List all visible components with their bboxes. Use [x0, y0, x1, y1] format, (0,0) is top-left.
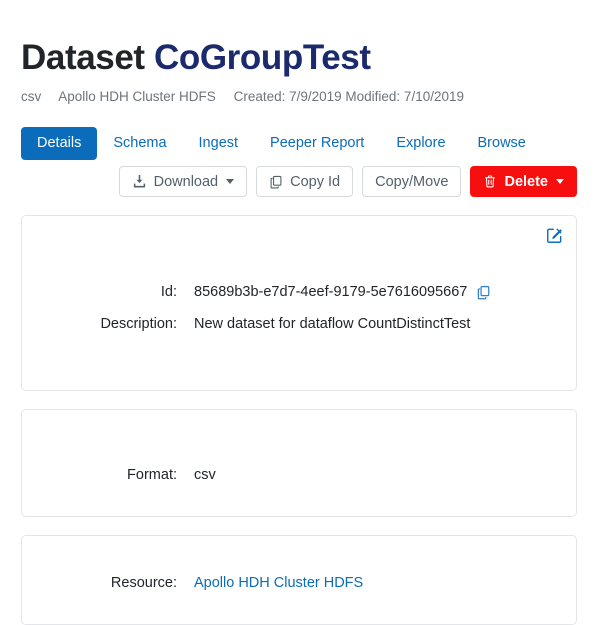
field-row-id: Id: 85689b3b-e7d7-4eef-9179-5e7616095667 — [22, 282, 576, 302]
identity-card: Id: 85689b3b-e7d7-4eef-9179-5e7616095667… — [21, 215, 577, 391]
tab-schema[interactable]: Schema — [97, 127, 182, 160]
description-value: New dataset for dataflow CountDistinctTe… — [194, 316, 471, 332]
delete-button[interactable]: Delete — [470, 166, 577, 197]
format-card: Format: csv — [21, 409, 577, 517]
resource-value-link[interactable]: Apollo HDH Cluster HDFS — [194, 573, 363, 593]
copy-icon[interactable] — [476, 285, 491, 300]
dataset-action-toolbar: Download Copy Id Copy/Move Delete — [21, 166, 577, 197]
dataset-tabs: Details Schema Ingest Peeper Report Expl… — [21, 127, 577, 160]
dataset-name: CoGroupTest — [153, 38, 371, 77]
subtitle-resource: Apollo HDH Cluster HDFS — [58, 89, 216, 104]
copy-id-button-label: Copy Id — [290, 173, 341, 190]
field-row-resource: Resource: Apollo HDH Cluster HDFS — [22, 573, 576, 593]
tab-ingest[interactable]: Ingest — [183, 127, 255, 160]
download-button[interactable]: Download — [118, 166, 248, 197]
description-label: Description: — [100, 316, 177, 332]
field-row-description: Description: New dataset for dataflow Co… — [22, 314, 576, 334]
resource-card: Resource: Apollo HDH Cluster HDFS — [21, 535, 577, 625]
chevron-down-icon — [226, 179, 235, 184]
edit-identity-button[interactable] — [543, 226, 565, 248]
id-value: 85689b3b-e7d7-4eef-9179-5e7616095667 — [194, 284, 468, 300]
copy-id-button[interactable]: Copy Id — [256, 166, 354, 197]
download-icon — [132, 174, 147, 189]
format-value: csv — [194, 467, 216, 483]
subtitle-dates: Created: 7/9/2019 Modified: 7/10/2019 — [233, 89, 464, 104]
field-row-format: Format: csv — [22, 465, 576, 485]
copy-move-button[interactable]: Copy/Move — [362, 166, 462, 197]
resource-label: Resource: — [110, 575, 177, 591]
subtitle-format: csv — [21, 89, 42, 104]
download-button-label: Download — [153, 173, 219, 190]
dataset-meta-subtitle: csv Apollo HDH Cluster HDFS Created: 7/9… — [21, 78, 577, 106]
id-label: Id: — [160, 284, 177, 300]
id-value-group: 85689b3b-e7d7-4eef-9179-5e7616095667 — [194, 282, 491, 302]
tab-browse[interactable]: Browse — [462, 127, 542, 160]
format-label: Format: — [127, 467, 177, 483]
trash-icon — [483, 174, 497, 189]
tab-details[interactable]: Details — [21, 127, 98, 160]
copy-move-button-label: Copy/Move — [375, 173, 449, 190]
chevron-down-icon — [556, 179, 564, 184]
page-title: Dataset CoGroupTest — [21, 0, 577, 78]
copy-icon — [269, 175, 283, 189]
delete-button-label: Delete — [504, 173, 548, 190]
tab-peeper-report[interactable]: Peeper Report — [254, 127, 380, 160]
page-title-prefix: Dataset — [21, 38, 145, 77]
dataset-details-page: Dataset CoGroupTest csv Apollo HDH Clust… — [0, 0, 598, 625]
edit-square-icon — [545, 226, 564, 248]
tab-explore[interactable]: Explore — [380, 127, 461, 160]
